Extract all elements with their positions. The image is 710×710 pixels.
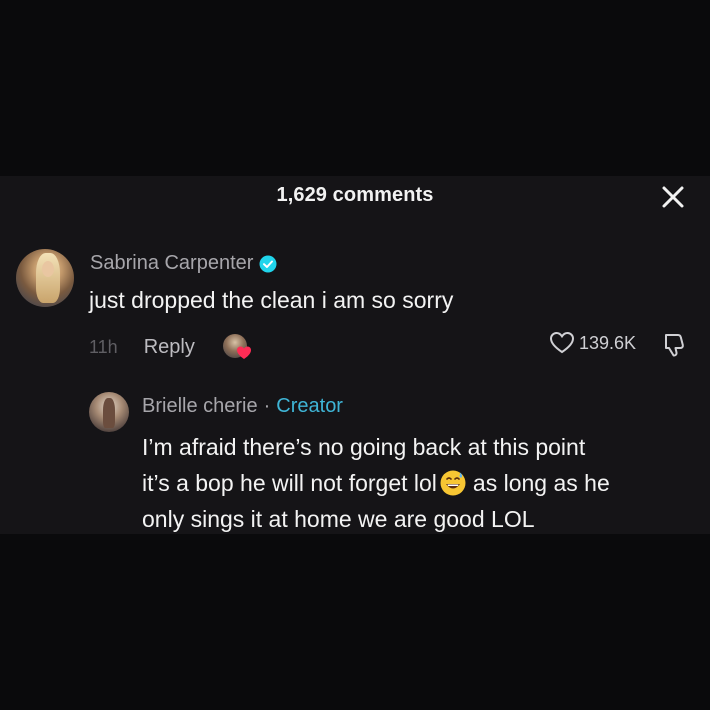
grinning-sweat-emoji-icon [440, 470, 466, 496]
heart-badge-icon [236, 346, 251, 359]
reply-button[interactable]: Reply [144, 336, 195, 359]
screen: 1,629 comments Sabrina Carpenter just dr… [0, 0, 710, 710]
reply-text-line-2b: as long as he [472, 470, 610, 496]
reply-text-line-2a: it’s a bop he will not forget lol [142, 470, 437, 496]
like-count: 139.6K [578, 332, 636, 353]
comments-panel: 1,629 comments Sabrina Carpenter just dr… [0, 176, 710, 534]
commenter-avatar[interactable] [16, 249, 74, 307]
reply-text: I’m afraid there’s no going back at this… [142, 429, 702, 537]
comment-username-row[interactable]: Sabrina Carpenter [90, 252, 277, 275]
dislike-button[interactable] [660, 331, 688, 359]
comments-count-title: 1,629 comments [276, 184, 434, 206]
avatar-figure [103, 398, 115, 428]
comment-username[interactable]: Sabrina Carpenter [90, 252, 253, 275]
reply-text-line-2: it’s a bop he will not forget lol as lon… [142, 465, 702, 501]
avatar-face [42, 261, 54, 277]
creator-badge: Creator [276, 395, 343, 417]
thumbs-down-icon [665, 334, 684, 357]
heart-outline-icon [549, 331, 574, 354]
separator-dot: · [263, 395, 271, 417]
reply-username[interactable]: Brielle cherie [142, 395, 258, 417]
reply-avatar[interactable] [89, 392, 129, 432]
verified-badge-icon [259, 255, 277, 272]
reply-username-row[interactable]: Brielle cherie · Creator [142, 395, 343, 418]
comment-meta-row: 11h Reply [89, 332, 253, 362]
reply-text-line-1: I’m afraid there’s no going back at this… [142, 434, 586, 460]
reply-text-line-3: only sings it at home we are good LOL [142, 506, 535, 532]
liked-by-creator-indicator [222, 332, 253, 362]
comment-text: just dropped the clean i am so sorry [89, 287, 454, 313]
close-button[interactable] [660, 184, 686, 210]
comment-timestamp: 11h [89, 336, 118, 357]
like-button[interactable]: 139.6K [549, 331, 636, 355]
close-icon [662, 186, 684, 208]
